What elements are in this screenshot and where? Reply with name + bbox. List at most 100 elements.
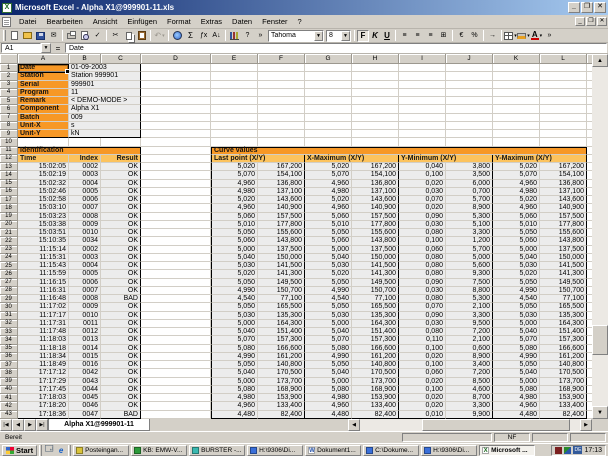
- value-cell[interactable]: 161,200: [352, 353, 399, 361]
- cell[interactable]: [141, 345, 211, 353]
- result-cell[interactable]: OK: [101, 221, 141, 229]
- cell[interactable]: [352, 130, 399, 138]
- cell[interactable]: [352, 114, 399, 122]
- value-cell[interactable]: 5,020: [305, 196, 352, 204]
- value-cell[interactable]: 170,500: [540, 369, 587, 377]
- spelling-icon[interactable]: ✓: [91, 30, 104, 42]
- horizontal-scroll-thumb[interactable]: [422, 419, 570, 431]
- toolbar-drag-handle[interactable]: [3, 30, 6, 41]
- value-cell[interactable]: 167,200: [540, 163, 587, 171]
- value-cell[interactable]: 5,000: [493, 378, 540, 386]
- value-cell[interactable]: 141,300: [352, 270, 399, 278]
- cell[interactable]: [141, 196, 211, 204]
- value-cell[interactable]: 5,050: [305, 303, 352, 311]
- value-cell[interactable]: 5,700: [446, 196, 493, 204]
- value-cell[interactable]: 0,100: [399, 171, 446, 179]
- value-cell[interactable]: 5,040: [493, 369, 540, 377]
- value-cell[interactable]: 5,040: [305, 328, 352, 336]
- tab-first-icon[interactable]: |◀: [0, 419, 12, 431]
- currency-icon[interactable]: €: [455, 30, 468, 42]
- value-cell[interactable]: 4,980: [305, 394, 352, 402]
- value-cell[interactable]: 168,900: [352, 386, 399, 394]
- value-cell[interactable]: 5,040: [211, 369, 258, 377]
- value-cell[interactable]: 9,500: [446, 320, 493, 328]
- row-header-10[interactable]: 10: [0, 138, 18, 146]
- value-cell[interactable]: 0,020: [399, 402, 446, 410]
- value-cell[interactable]: 149,500: [540, 279, 587, 287]
- chevron-down-icon[interactable]: ▼: [314, 31, 323, 41]
- value-cell[interactable]: 168,900: [258, 386, 305, 394]
- vertical-scroll-track[interactable]: [592, 67, 608, 406]
- value-cell[interactable]: 157,300: [352, 336, 399, 344]
- row-header-36[interactable]: 36: [0, 353, 18, 361]
- result-cell[interactable]: OK: [101, 180, 141, 188]
- value-cell[interactable]: 4,480: [493, 411, 540, 419]
- time-cell[interactable]: 17:17:12: [18, 369, 69, 377]
- horizontal-scroll-track[interactable]: [360, 419, 580, 431]
- insert-hyperlink-icon[interactable]: [171, 30, 184, 42]
- cell[interactable]: [211, 138, 258, 146]
- cell[interactable]: [141, 287, 211, 295]
- select-all-corner[interactable]: [0, 54, 18, 64]
- time-cell[interactable]: 15:10:35: [18, 237, 69, 245]
- value-cell[interactable]: 4,600: [446, 386, 493, 394]
- value-cell[interactable]: 151,400: [540, 328, 587, 336]
- cell[interactable]: [540, 64, 587, 72]
- info-value-cell[interactable]: 009: [69, 114, 141, 122]
- print-icon[interactable]: [65, 30, 78, 42]
- value-cell[interactable]: 0,070: [399, 196, 446, 204]
- value-cell[interactable]: 5,030: [305, 312, 352, 320]
- index-cell[interactable]: 0034: [69, 237, 101, 245]
- value-cell[interactable]: 82,400: [540, 411, 587, 419]
- value-cell[interactable]: 5,300: [446, 295, 493, 303]
- cell[interactable]: [305, 138, 352, 146]
- save-icon[interactable]: [34, 30, 47, 42]
- time-cell[interactable]: 15:02:58: [18, 196, 69, 204]
- cell[interactable]: [141, 122, 211, 130]
- value-cell[interactable]: 3,300: [446, 229, 493, 237]
- info-label-cell[interactable]: Batch: [18, 114, 69, 122]
- value-cell[interactable]: 5,020: [305, 163, 352, 171]
- index-cell[interactable]: 0009: [69, 221, 101, 229]
- row-header-32[interactable]: 32: [0, 320, 18, 328]
- value-cell[interactable]: 4,990: [493, 287, 540, 295]
- value-cell[interactable]: 4,540: [211, 295, 258, 303]
- value-cell[interactable]: 3,500: [446, 171, 493, 179]
- info-label-cell[interactable]: Program: [18, 89, 69, 97]
- value-cell[interactable]: 5,060: [493, 213, 540, 221]
- result-cell[interactable]: OK: [101, 394, 141, 402]
- value-cell[interactable]: 0,090: [399, 279, 446, 287]
- value-cell[interactable]: 0,080: [399, 328, 446, 336]
- result-cell[interactable]: OK: [101, 378, 141, 386]
- column-header-L[interactable]: L: [540, 54, 587, 64]
- value-cell[interactable]: 3,300: [446, 312, 493, 320]
- cell[interactable]: [305, 81, 352, 89]
- time-cell[interactable]: 15:03:23: [18, 213, 69, 221]
- value-cell[interactable]: 140,800: [352, 361, 399, 369]
- value-cell[interactable]: 5,070: [211, 171, 258, 179]
- value-cell[interactable]: 150,000: [258, 254, 305, 262]
- cell[interactable]: [399, 64, 446, 72]
- cell[interactable]: [141, 163, 211, 171]
- value-cell[interactable]: 135,300: [352, 312, 399, 320]
- value-cell[interactable]: 157,500: [540, 213, 587, 221]
- cell[interactable]: [493, 138, 540, 146]
- value-cell[interactable]: 77,100: [352, 295, 399, 303]
- value-cell[interactable]: 5,050: [211, 303, 258, 311]
- result-cell[interactable]: OK: [101, 270, 141, 278]
- paste-icon[interactable]: [135, 30, 148, 42]
- percent-icon[interactable]: %: [468, 30, 481, 42]
- value-cell[interactable]: 3,400: [446, 361, 493, 369]
- cell[interactable]: [141, 114, 211, 122]
- value-cell[interactable]: 5,050: [493, 303, 540, 311]
- value-cell[interactable]: 4,540: [493, 295, 540, 303]
- cell[interactable]: [141, 369, 211, 377]
- cell[interactable]: [493, 81, 540, 89]
- cell[interactable]: [141, 81, 211, 89]
- print-preview-icon[interactable]: [78, 30, 91, 42]
- index-cell[interactable]: 0012: [69, 328, 101, 336]
- tray-icon-2[interactable]: [564, 447, 571, 454]
- workbook-close-button[interactable]: ✕: [597, 17, 607, 26]
- result-cell[interactable]: OK: [101, 246, 141, 254]
- result-cell[interactable]: OK: [101, 312, 141, 320]
